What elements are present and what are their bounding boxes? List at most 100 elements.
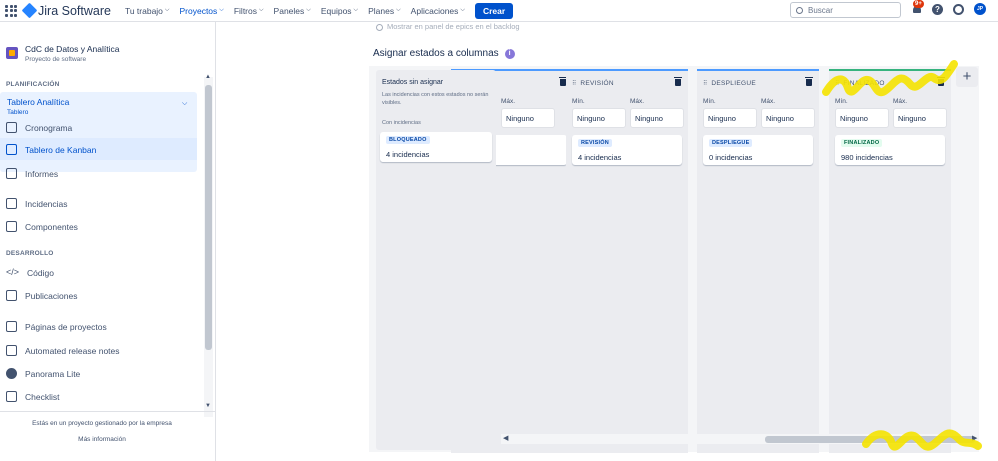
nav-item-tu-trabajo[interactable]: Tu trabajo ⌵ bbox=[125, 6, 170, 16]
nav-menu: Tu trabajo ⌵ Proyectos ⌵ Filtros ⌵ Paneles ⌵… bbox=[125, 6, 465, 16]
nav-item-equipos[interactable]: Equipos ⌵ bbox=[321, 6, 358, 16]
issue-count: 980 incidencias bbox=[841, 153, 893, 162]
nav-item-aplicaciones[interactable]: Aplicaciones ⌵ bbox=[411, 6, 465, 16]
project-name: CdC de Datos y Analítica bbox=[25, 44, 120, 54]
sidebar-item-publicaciones[interactable]: Publicaciones bbox=[6, 290, 77, 301]
sidebar-item-tablero-kanban[interactable]: Tablero de Kanban bbox=[6, 144, 96, 155]
project-type: Proyecto de software bbox=[25, 56, 87, 63]
scroll-left-icon[interactable]: ◀ bbox=[503, 434, 508, 442]
issue-count: 4 incidencias bbox=[386, 150, 430, 159]
drag-handle-icon[interactable]: ⠿ bbox=[835, 80, 840, 87]
unassigned-description: Las incidencias con estos estados no ser… bbox=[382, 92, 489, 106]
trash-icon[interactable] bbox=[937, 77, 945, 86]
scroll-right-icon[interactable]: ▶ bbox=[972, 434, 977, 442]
planning-header: PLANIFICACIÓN bbox=[6, 81, 60, 88]
column-finalizado: ⠿FINALIZADO Mín. Máx. FINALIZADO 980 inc… bbox=[829, 69, 951, 453]
drag-handle-icon[interactable]: ⠿ bbox=[572, 80, 577, 87]
sidebar-item-codigo[interactable]: </> Código bbox=[6, 267, 54, 278]
releases-icon bbox=[6, 290, 17, 301]
trash-icon[interactable] bbox=[805, 77, 813, 86]
app-switcher-icon[interactable] bbox=[5, 4, 17, 17]
drag-handle-icon[interactable]: ⠿ bbox=[703, 80, 708, 87]
help-icon[interactable]: ? bbox=[932, 3, 943, 15]
max-label: Máx. bbox=[501, 98, 516, 105]
search-input[interactable]: Buscar bbox=[790, 2, 901, 18]
column-despliegue: ⠿DESPLIEGUE Mín. Máx. DESPLIEGUE 0 incid… bbox=[697, 69, 819, 453]
gear-icon[interactable] bbox=[953, 3, 964, 15]
nav-item-planes[interactable]: Planes ⌵ bbox=[368, 6, 401, 16]
search-icon bbox=[796, 6, 803, 14]
dev-header: DESARROLLO bbox=[6, 250, 54, 257]
column-header[interactable]: ⠿ DESPLIEGUE bbox=[703, 80, 756, 87]
reports-icon bbox=[6, 168, 17, 179]
sidebar-item-incidencias[interactable]: Incidencias bbox=[6, 198, 68, 209]
sidebar-item-checklist[interactable]: Checklist bbox=[6, 391, 59, 402]
max-input[interactable] bbox=[761, 108, 815, 128]
max-label: Máx. bbox=[630, 98, 645, 105]
column-revision: ⠿REVISIÓN Mín. Máx. REVISIÓN 4 incidenci… bbox=[566, 69, 688, 453]
status-card[interactable]: DESPLIEGUE 0 incidencias bbox=[703, 135, 813, 165]
max-input[interactable] bbox=[501, 108, 555, 128]
checklist-icon bbox=[6, 391, 17, 402]
main-content: Mostrar en panel de epics en el backlog … bbox=[216, 22, 998, 461]
status-card[interactable]: REVISIÓN 4 incidencias bbox=[572, 135, 682, 165]
min-label: Mín. bbox=[703, 98, 716, 105]
code-icon: </> bbox=[6, 267, 20, 277]
board-subtitle: Tablero bbox=[7, 109, 29, 116]
max-input[interactable] bbox=[630, 108, 684, 128]
sidebar-scrollbar-thumb[interactable] bbox=[205, 85, 212, 350]
min-input[interactable] bbox=[572, 108, 626, 128]
release-notes-icon bbox=[6, 345, 17, 356]
footer-text: Estás en un proyecto gestionado por la e… bbox=[32, 420, 172, 427]
scroll-down-icon[interactable]: ▼ bbox=[205, 403, 211, 409]
sidebar-item-informes[interactable]: Informes bbox=[6, 168, 58, 179]
timeline-icon bbox=[6, 122, 17, 133]
notifications-badge: 9+ bbox=[913, 0, 924, 8]
trash-icon[interactable] bbox=[674, 77, 682, 86]
chevron-down-icon[interactable]: ⌵ bbox=[182, 100, 187, 108]
create-button[interactable]: Crear bbox=[474, 2, 514, 19]
assign-columns-title: Asignar estados a columnas i bbox=[373, 48, 515, 59]
checkbox[interactable] bbox=[376, 23, 383, 31]
sidebar-item-release-notes[interactable]: Automated release notes bbox=[6, 345, 120, 356]
search-placeholder: Buscar bbox=[808, 5, 833, 15]
nav-item-proyectos[interactable]: Proyectos ⌵ bbox=[179, 6, 223, 16]
max-label: Máx. bbox=[893, 98, 908, 105]
chevron-down-icon: ⌵ bbox=[258, 7, 264, 13]
footer-link[interactable]: Más información bbox=[0, 436, 204, 443]
chevron-down-icon: ⌵ bbox=[460, 7, 465, 13]
scroll-up-icon[interactable]: ▲ bbox=[205, 74, 211, 80]
issues-icon bbox=[6, 198, 17, 209]
chevron-down-icon: ⌵ bbox=[164, 7, 170, 13]
column-header[interactable]: ⠿ FINALIZADO bbox=[835, 80, 885, 87]
max-input[interactable] bbox=[893, 108, 947, 128]
min-label: Mín. bbox=[835, 98, 848, 105]
footer-divider bbox=[0, 411, 216, 412]
sidebar-item-cronograma[interactable]: Cronograma bbox=[6, 122, 72, 133]
min-label: Mín. bbox=[572, 98, 585, 105]
sidebar-item-panorama[interactable]: Panorama Lite bbox=[6, 368, 80, 379]
sidebar-item-componentes[interactable]: Componentes bbox=[6, 221, 78, 232]
nav-item-filtros[interactable]: Filtros ⌵ bbox=[234, 6, 264, 16]
nav-item-paneles[interactable]: Paneles ⌵ bbox=[274, 6, 311, 16]
chevron-down-icon: ⌵ bbox=[219, 7, 224, 13]
info-icon[interactable]: i bbox=[504, 48, 515, 59]
chevron-down-icon: ⌵ bbox=[353, 7, 359, 13]
board-scrollbar-thumb[interactable] bbox=[765, 436, 975, 443]
min-input[interactable] bbox=[703, 108, 757, 128]
avatar[interactable]: JP bbox=[974, 3, 986, 15]
status-card-bloqueado[interactable]: BLOQUEADO 4 incidencias bbox=[380, 132, 492, 162]
jira-logo[interactable]: Jira Software bbox=[21, 2, 111, 19]
backlog-option[interactable]: Mostrar en panel de epics en el backlog bbox=[376, 22, 520, 31]
column-header[interactable]: ⠿ REVISIÓN bbox=[572, 80, 614, 87]
kanban-board-icon bbox=[6, 144, 17, 155]
status-card[interactable]: FINALIZADO 980 incidencias bbox=[835, 135, 945, 165]
min-input[interactable] bbox=[835, 108, 889, 128]
sidebar-item-paginas[interactable]: Páginas de proyectos bbox=[6, 321, 107, 332]
sidebar: CdC de Datos y Analítica Proyecto de sof… bbox=[0, 22, 216, 461]
project-header[interactable]: CdC de Datos y Analítica Proyecto de sof… bbox=[6, 44, 120, 63]
components-icon bbox=[6, 221, 17, 232]
add-column-button[interactable]: + bbox=[956, 67, 978, 87]
issue-count: 0 incidencias bbox=[709, 153, 753, 162]
status-lozenge: FINALIZADO bbox=[841, 139, 883, 147]
